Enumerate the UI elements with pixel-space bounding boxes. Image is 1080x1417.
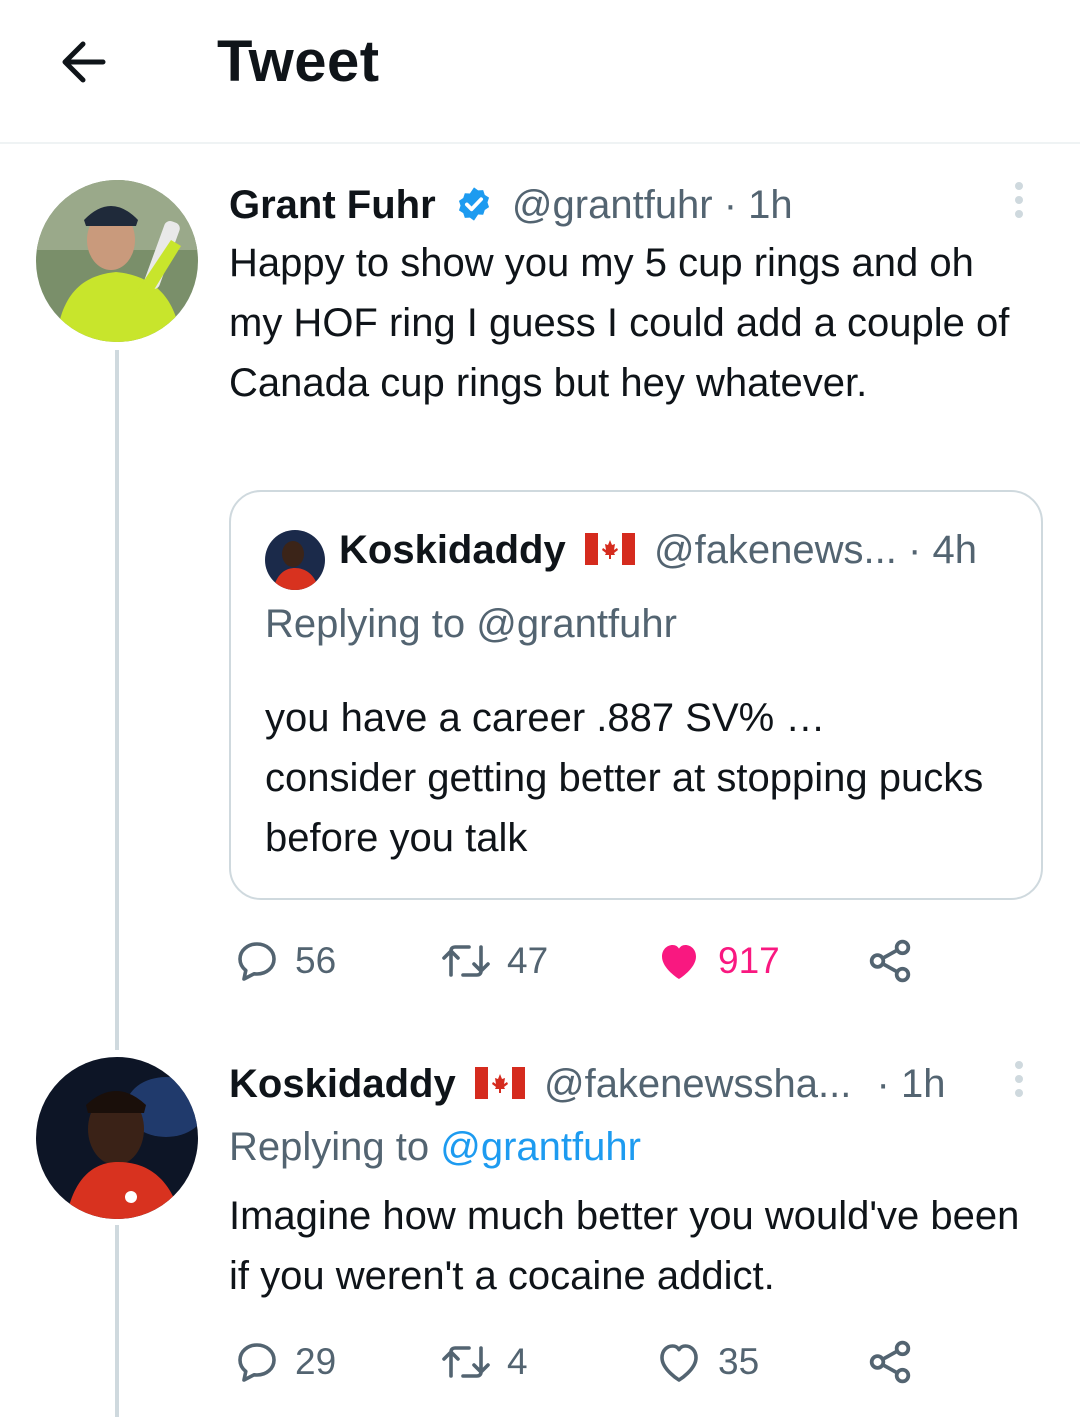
like-button[interactable]: 35 [654, 1332, 759, 1392]
quoted-tweet[interactable]: Koskidaddy @fakenews... · 4h Replying to… [229, 490, 1043, 900]
avatar[interactable] [36, 180, 198, 342]
author-name[interactable]: Grant Fuhr [229, 183, 436, 227]
page-title: Tweet [217, 29, 380, 94]
avatar [265, 530, 325, 590]
retweet-button[interactable]: 4 [439, 1332, 528, 1392]
more-icon[interactable] [1013, 182, 1025, 224]
heart-icon [660, 1344, 698, 1382]
more-icon[interactable] [1013, 1061, 1025, 1103]
timestamp[interactable]: · 1h [724, 183, 793, 227]
like-button[interactable]: 917 [654, 931, 780, 991]
quoted-tweet-text: you have a career .887 SV% … consider ge… [265, 696, 984, 860]
replying-to: Replying to @grantfuhr [229, 1122, 641, 1172]
verified-badge-icon [458, 187, 489, 222]
tweet-header: Grant Fuhr @grantfuhr · 1h [229, 180, 793, 230]
quoted-author-name: Koskidaddy [339, 528, 566, 572]
tweet-actions: 56 47 917 [229, 931, 989, 991]
heart-icon [662, 945, 696, 979]
share-button[interactable] [865, 931, 915, 991]
canada-flag-icon [474, 1067, 525, 1100]
author-handle[interactable]: @fakenewssha... [544, 1062, 851, 1106]
replying-to-label: Replying to [229, 1125, 430, 1169]
canada-flag-icon [584, 533, 635, 566]
quoted-author-handle: @fakenews... [653, 528, 897, 572]
replying-to-handle[interactable]: @grantfuhr [440, 1125, 641, 1169]
retweet-icon [442, 1346, 490, 1378]
reply-icon [238, 1343, 276, 1382]
tweet-text: Imagine how much better you would've bee… [229, 1194, 1020, 1298]
back-arrow-icon[interactable] [55, 32, 115, 92]
share-icon [869, 939, 911, 983]
author-handle[interactable]: @grantfuhr [512, 183, 713, 227]
reply-icon [238, 942, 276, 981]
timestamp[interactable]: · 1h [877, 1062, 946, 1106]
like-count: 35 [718, 1341, 760, 1382]
author-name[interactable]: Koskidaddy [229, 1062, 456, 1106]
retweet-count: 47 [507, 940, 549, 981]
reply-count: 29 [295, 1341, 337, 1382]
reply-button[interactable]: 29 [233, 1332, 336, 1392]
tweet-text: Happy to show you my 5 cup rings and oh … [229, 241, 1010, 405]
retweet-count: 4 [507, 1341, 528, 1382]
like-count: 917 [718, 940, 780, 981]
quoted-tweet-header: Koskidaddy @fakenews... · 4h [339, 528, 977, 573]
share-icon [869, 1340, 911, 1384]
thread-line [115, 350, 119, 1050]
top-bar: Tweet [0, 0, 1080, 144]
retweet-icon [442, 945, 490, 977]
reply-count: 56 [295, 940, 337, 981]
replying-to: Replying to @grantfuhr [265, 602, 677, 646]
tweet-actions: 29 4 35 [229, 1332, 989, 1392]
avatar[interactable] [36, 1057, 198, 1219]
tweet-header: Koskidaddy @fakenewssha... · 1h [229, 1059, 945, 1109]
quoted-timestamp: · 4h [908, 528, 977, 572]
reply-button[interactable]: 56 [233, 931, 336, 991]
share-button[interactable] [865, 1332, 915, 1392]
thread-line [115, 1225, 119, 1417]
retweet-button[interactable]: 47 [439, 931, 548, 991]
